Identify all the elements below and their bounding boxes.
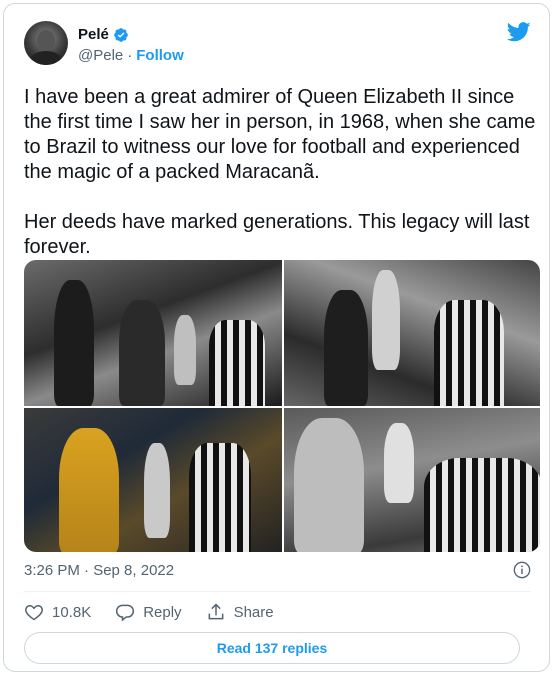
photo-figure	[54, 280, 94, 406]
photo-trophy	[384, 423, 414, 503]
photo-3[interactable]	[24, 408, 282, 552]
photo-figure	[324, 290, 368, 406]
photo-4[interactable]	[284, 408, 540, 552]
media-grid	[24, 260, 540, 552]
photo-striped-jersey	[189, 443, 251, 552]
photo-1[interactable]	[24, 260, 282, 406]
photo-striped-jersey	[209, 320, 265, 406]
photo-figure	[59, 428, 119, 552]
photo-2[interactable]	[284, 260, 540, 406]
photo-trophy	[144, 443, 170, 538]
photo-striped-jersey	[434, 300, 504, 406]
share-button[interactable]: Share	[206, 602, 274, 622]
verified-badge-icon	[114, 27, 128, 42]
author-name-row: Pelé	[78, 26, 129, 43]
photo-striped-jersey	[424, 458, 540, 552]
photo-figure	[119, 300, 165, 406]
separator-dot: ·	[127, 47, 133, 64]
heart-icon	[25, 604, 43, 621]
share-icon	[208, 603, 223, 620]
reply-button[interactable]: Reply	[115, 602, 182, 622]
photo-trophy	[174, 315, 196, 385]
avatar-face	[37, 30, 55, 52]
tweet-card: Pelé @Pele · Follow I have been a great …	[3, 3, 550, 672]
twitter-bird-icon[interactable]	[507, 22, 531, 42]
photo-figure	[294, 418, 364, 552]
share-label: Share	[233, 603, 274, 621]
read-replies-button[interactable]: Read 137 replies	[24, 632, 520, 664]
reply-icon	[116, 604, 135, 622]
author-avatar[interactable]	[24, 21, 68, 65]
divider	[24, 591, 531, 592]
photo-trophy	[372, 270, 400, 370]
info-icon[interactable]	[513, 561, 531, 579]
reply-label: Reply	[143, 603, 182, 621]
action-bar: 10.8K Reply Share	[24, 602, 298, 622]
avatar-body	[30, 51, 62, 65]
tweet-timestamp[interactable]: 3:26 PM · Sep 8, 2022	[24, 562, 174, 579]
like-count: 10.8K	[52, 603, 92, 621]
like-button[interactable]: 10.8K	[24, 602, 91, 622]
author-name[interactable]: Pelé	[78, 26, 109, 43]
follow-button[interactable]: Follow	[136, 47, 184, 64]
author-handle-row: @Pele · Follow	[78, 47, 184, 64]
author-handle[interactable]: @Pele	[78, 47, 123, 64]
tweet-text: I have been a great admirer of Queen Eli…	[24, 86, 536, 258]
